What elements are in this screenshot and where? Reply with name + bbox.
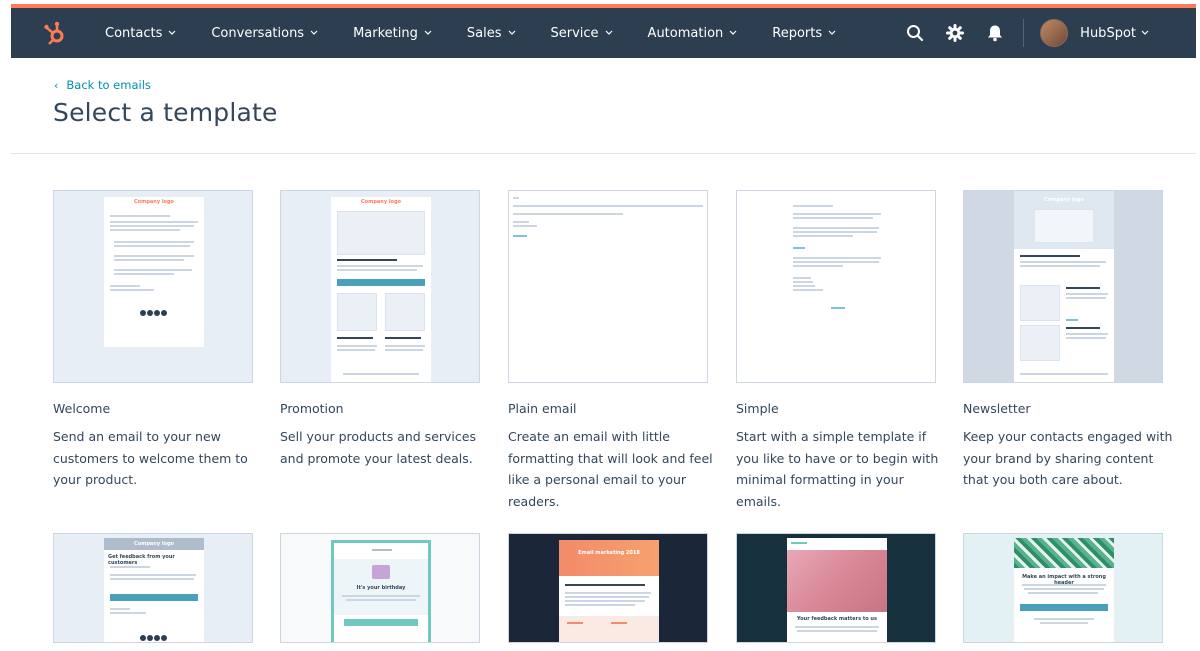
preview-line	[513, 197, 519, 199]
menu-automation[interactable]: Automation	[648, 26, 739, 41]
menu-service[interactable]: Service	[551, 26, 614, 41]
email-preview: Company logo Get feedback from your cust…	[104, 538, 204, 642]
search-icon[interactable]	[895, 8, 935, 58]
template-thumbnail[interactable]: Make an impact with a strong header	[963, 533, 1163, 643]
template-thumbnail[interactable]: It's your birthday	[280, 533, 480, 643]
feedback-matters-heading: Your feedback matters to us	[797, 616, 877, 622]
email-preview: Make an impact with a strong header	[1014, 538, 1114, 642]
chevron-down-icon	[508, 30, 515, 35]
leaves-header-image	[1014, 538, 1114, 568]
chevron-down-icon	[310, 30, 318, 35]
email-preview: Company logo	[331, 197, 431, 382]
template-name: Promotion	[280, 401, 344, 416]
template-thumbnail[interactable]: Company logo	[53, 190, 253, 383]
chevron-down-icon	[729, 30, 737, 35]
avatar[interactable]	[1040, 19, 1069, 47]
template-name: Welcome	[53, 401, 111, 416]
template-thumbnail[interactable]	[736, 190, 936, 383]
menu-label: Conversations	[211, 25, 305, 41]
template-thumbnail[interactable]: Company logo	[963, 190, 1163, 383]
template-description: Create an email with little formatting t…	[508, 429, 713, 509]
email-preview: Company logo	[1014, 191, 1114, 382]
top-navigation-bar: Contacts Conversations Marketing Sales S…	[11, 8, 1196, 58]
back-to-emails-link[interactable]: ‹ Back to emails	[54, 78, 151, 92]
chevron-down-icon	[828, 30, 836, 35]
company-logo-text: Company logo	[1044, 197, 1084, 203]
email-marketing-heading: Email marketing 2018	[578, 550, 640, 556]
nav-divider	[1023, 19, 1025, 47]
chevron-down-icon	[168, 30, 176, 35]
account-menu[interactable]: HubSpot	[1080, 26, 1150, 41]
bell-icon[interactable]	[975, 8, 1015, 58]
template-description: Keep your contacts engaged with your bra…	[963, 429, 1173, 487]
menu-sales[interactable]: Sales	[467, 26, 517, 41]
main-menu: Contacts Conversations Marketing Sales S…	[105, 8, 871, 58]
cake-icon	[372, 565, 390, 579]
header-divider	[11, 153, 1196, 154]
template-thumbnail[interactable]: Your feedback matters to us	[736, 533, 936, 643]
hands-heart-image	[787, 550, 887, 612]
chevron-down-icon	[424, 30, 432, 35]
account-label: HubSpot	[1080, 25, 1136, 41]
page-title: Select a template	[53, 98, 278, 127]
template-description: Sell your products and services and prom…	[280, 429, 476, 466]
template-thumbnail[interactable]: Company logo	[280, 190, 480, 383]
menu-label: Automation	[647, 25, 724, 41]
email-preview	[787, 197, 887, 377]
template-thumbnail[interactable]: Email marketing 2018	[508, 533, 708, 643]
chevron-down-icon	[1141, 30, 1149, 35]
chevron-down-icon	[605, 30, 612, 35]
company-logo-text: Company logo	[134, 199, 174, 205]
template-name: Simple	[736, 401, 779, 416]
birthday-heading: It's your birthday	[356, 585, 406, 591]
menu-label: Sales	[466, 25, 502, 41]
chevron-left-icon: ‹	[54, 78, 59, 92]
menu-label: Contacts	[105, 25, 163, 41]
menu-label: Service	[550, 25, 599, 41]
menu-label: Marketing	[353, 25, 418, 41]
company-logo-text: Company logo	[361, 199, 401, 205]
menu-conversations[interactable]: Conversations	[211, 26, 319, 41]
hubspot-logo-icon[interactable]	[25, 8, 85, 58]
menu-label: Reports	[772, 25, 823, 41]
nav-utilities: HubSpot	[895, 8, 1150, 58]
menu-contacts[interactable]: Contacts	[105, 26, 177, 41]
back-link-label: Back to emails	[66, 78, 151, 92]
menu-reports[interactable]: Reports	[772, 26, 837, 41]
feedback-heading: Get feedback from your customers	[108, 554, 175, 566]
email-preview: Company logo	[104, 197, 204, 347]
gear-icon[interactable]	[935, 8, 975, 58]
menu-marketing[interactable]: Marketing	[353, 26, 433, 41]
email-preview: Email marketing 2018	[559, 540, 659, 642]
email-preview: It's your birthday	[331, 540, 431, 642]
template-thumbnail[interactable]: Company logo Get feedback from your cust…	[53, 533, 253, 643]
template-thumbnail[interactable]	[508, 190, 708, 383]
template-description: Start with a simple template if you like…	[736, 429, 939, 509]
template-description: Send an email to your new customers to w…	[53, 429, 248, 487]
company-logo-text: Company logo	[134, 541, 174, 547]
template-name: Newsletter	[963, 401, 1031, 416]
template-name: Plain email	[508, 401, 577, 416]
email-preview: Your feedback matters to us	[787, 538, 887, 642]
